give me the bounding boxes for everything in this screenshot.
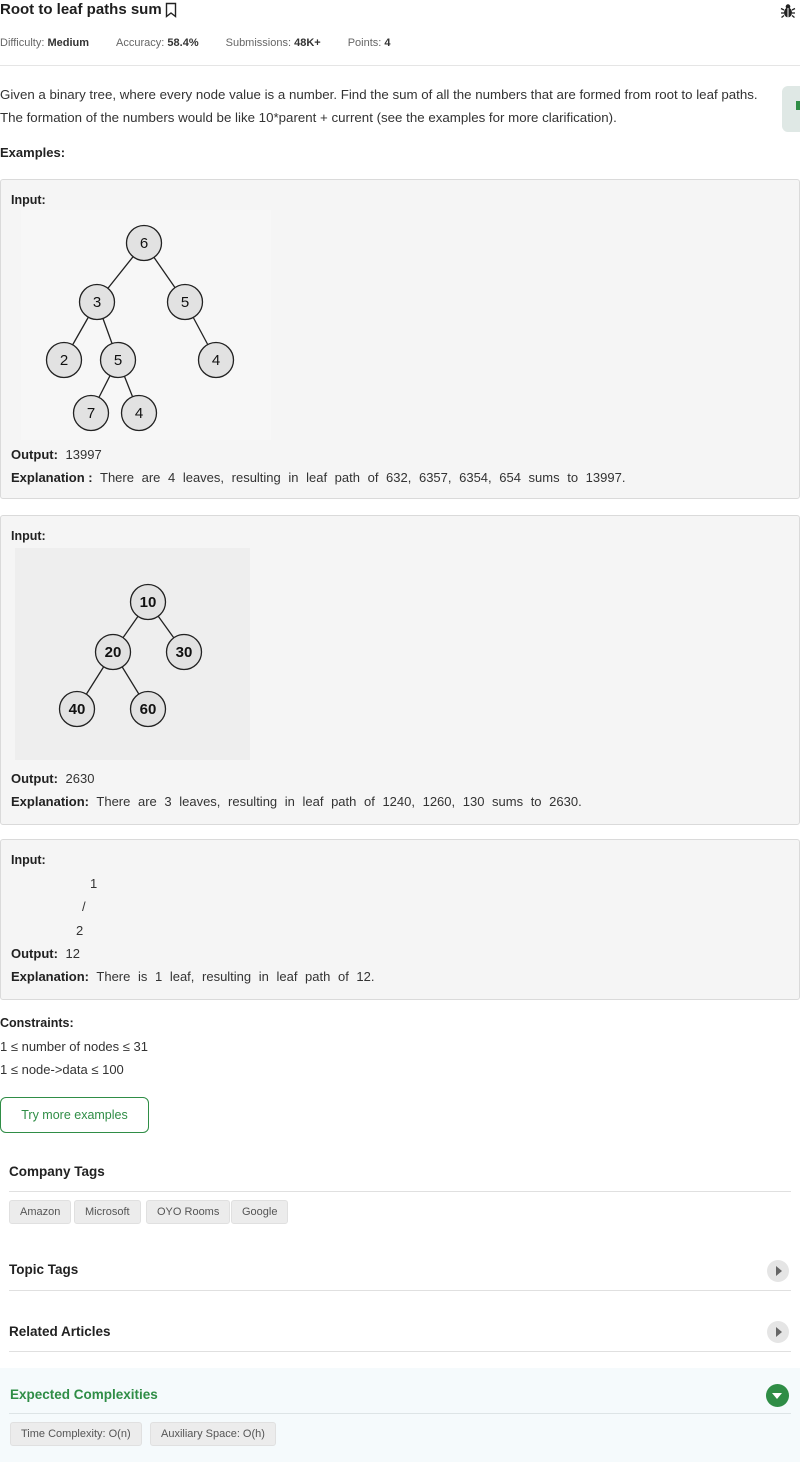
side-panel-indicator	[796, 101, 800, 110]
output-line: Output: 13997	[11, 447, 102, 462]
explanation-text: There is 1 leaf, resulting in leaf path …	[96, 969, 375, 984]
report-bug-icon[interactable]	[780, 3, 796, 19]
divider	[9, 1290, 791, 1291]
points-meta: Points: 4	[347, 37, 391, 49]
accuracy-meta: Accuracy: 58.4%	[116, 37, 199, 49]
explanation-line: Explanation: There is 1 leaf, resulting …	[11, 969, 375, 984]
divider	[9, 1191, 791, 1192]
tree-node-label: 3	[93, 294, 101, 311]
tree-node-label: 4	[212, 352, 220, 369]
explanation-line: Explanation : There are 4 leaves, result…	[11, 470, 626, 485]
output-value: 2630	[65, 771, 95, 786]
difficulty-value: Medium	[47, 37, 90, 49]
input-label: Input:	[11, 853, 46, 867]
related-articles-title[interactable]: Related Articles	[9, 1324, 111, 1339]
company-tag[interactable]: Amazon	[9, 1200, 72, 1224]
expand-arrow-icon[interactable]	[767, 1321, 789, 1343]
difficulty-meta: Difficulty: Medium	[0, 37, 90, 49]
accuracy-value: 58.4%	[167, 37, 199, 49]
complexity-tag: Time Complexity: O(n)	[10, 1422, 142, 1446]
tree-node-label: 40	[69, 701, 86, 718]
points-value: 4	[384, 37, 391, 49]
bookmark-icon[interactable]	[165, 2, 177, 18]
explanation-text: There are 3 leaves, resulting in leaf pa…	[96, 794, 582, 809]
constraint-line: 1 ≤ number of nodes ≤ 31	[0, 1039, 148, 1054]
description-line-1: Given a binary tree, where every node va…	[0, 87, 758, 102]
topic-tags-title[interactable]: Topic Tags	[9, 1262, 78, 1277]
explanation-line: Explanation: There are 3 leaves, resulti…	[11, 794, 582, 809]
explanation-text: There are 4 leaves, resulting in leaf pa…	[100, 470, 626, 485]
tree-node-label: 20	[105, 644, 122, 661]
tree-text-line: /	[82, 899, 86, 914]
examples-heading: Examples:	[0, 145, 66, 160]
problem-meta: Difficulty: Medium Accuracy: 58.4% Submi…	[0, 37, 418, 49]
tree-node-label: 7	[87, 405, 95, 422]
output-value: 12	[65, 946, 81, 961]
tree-node-label: 6	[140, 235, 148, 252]
company-tag[interactable]: OYO Rooms	[146, 1200, 231, 1224]
tree-text-line: 1	[90, 876, 98, 891]
expand-arrow-icon[interactable]	[767, 1260, 789, 1282]
output-value: 13997	[65, 447, 102, 462]
input-label: Input:	[11, 529, 46, 543]
constraint-line: 1 ≤ node->data ≤ 100	[0, 1062, 124, 1077]
tree-node-label: 5	[181, 294, 189, 311]
side-panel-toggle[interactable]	[782, 86, 800, 132]
tree-node-label: 5	[114, 352, 122, 369]
constraints-title: Constraints:	[0, 1016, 74, 1030]
tree-diagram-2: 10 20 30 40 60	[15, 548, 250, 760]
divider	[9, 1351, 791, 1352]
problem-title: Root to leaf paths sum	[0, 1, 162, 18]
tree-diagram-1: 6 3 5 2 5 4 7 4	[21, 210, 271, 440]
input-label: Input:	[11, 193, 46, 207]
constraints-section: Constraints: 1 ≤ number of nodes ≤ 31 1 …	[0, 1016, 148, 1081]
problem-title-row: Root to leaf paths sum	[0, 1, 177, 18]
collapse-chevron-icon[interactable]	[766, 1384, 789, 1407]
try-more-examples-button[interactable]: Try more examples	[0, 1097, 149, 1133]
tree-node-label: 2	[60, 352, 68, 369]
problem-header: Root to leaf paths sum Difficulty: Mediu…	[0, 0, 800, 66]
tree-text-line: 2	[76, 923, 84, 938]
example-3: Input: 1 / 2 Output: 12 Explanation: The…	[0, 839, 800, 1000]
tree-node-label: 10	[140, 594, 157, 611]
complexity-tag: Auxiliary Space: O(h)	[150, 1422, 276, 1446]
output-line: Output: 12	[11, 946, 81, 961]
tree-node-label: 30	[176, 644, 193, 661]
divider	[9, 1413, 791, 1414]
example-1: Input: 6 3 5 2 5 4 7 4 Output: 13997 Exp…	[0, 179, 800, 499]
company-tags-title: Company Tags	[9, 1164, 105, 1179]
expected-complexities-panel: Expected Complexities Time Complexity: O…	[0, 1368, 800, 1462]
company-tag[interactable]: Google	[231, 1200, 289, 1224]
tree-node-label: 60	[140, 701, 157, 718]
submissions-meta: Submissions: 48K+	[225, 37, 321, 49]
description-line-2: The formation of the numbers would be li…	[0, 110, 617, 125]
example-2: Input: 10 20 30 40 60 Output: 2630 Expla…	[0, 515, 800, 825]
expected-complexities-title[interactable]: Expected Complexities	[10, 1387, 158, 1402]
submissions-value: 48K+	[294, 37, 321, 49]
problem-description: Given a binary tree, where every node va…	[0, 83, 790, 129]
tree-node-label: 4	[135, 405, 143, 422]
company-tag[interactable]: Microsoft	[74, 1200, 141, 1224]
output-line: Output: 2630	[11, 771, 95, 786]
